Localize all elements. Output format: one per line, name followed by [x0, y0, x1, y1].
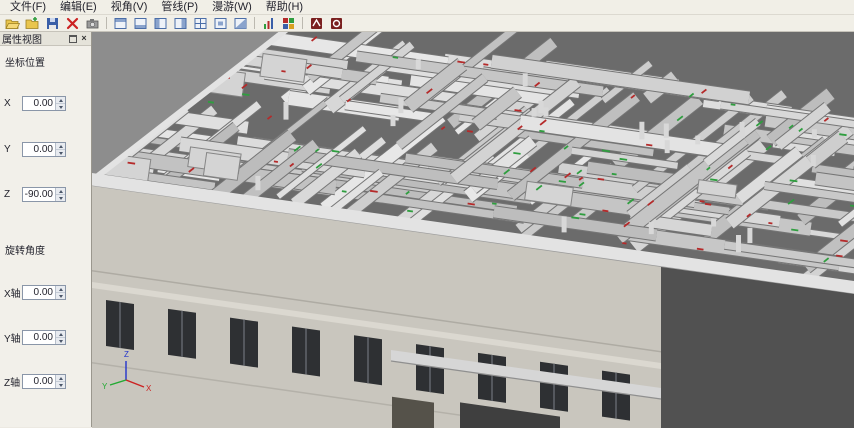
close-panel-button[interactable]: ×	[79, 34, 89, 44]
save-file-button[interactable]	[43, 15, 62, 32]
float-panel-icon	[69, 35, 77, 43]
chart-colors-icon	[281, 16, 296, 31]
rot-x-spinner[interactable]	[55, 286, 65, 299]
ground-shadow-area	[661, 267, 854, 428]
material-b-icon	[329, 16, 344, 31]
rot-x-row: X轴 0.00	[2, 285, 66, 300]
coord-x-label: X	[2, 98, 22, 109]
toolbar	[0, 15, 854, 32]
properties-panel-body: 坐标位置 X 0.00 Y 0.00 Z	[0, 46, 91, 427]
main-area: 属性视图 × 坐标位置 X 0.00 Y 0.00	[0, 32, 854, 427]
rot-z-input[interactable]: 0.00	[22, 374, 66, 389]
properties-panel: 属性视图 × 坐标位置 X 0.00 Y 0.00	[0, 32, 92, 427]
toolbar-separator	[254, 17, 255, 29]
close-panel-icon: ×	[81, 34, 86, 43]
axis-y-label: Y	[102, 382, 108, 391]
view-back-button[interactable]	[131, 15, 150, 32]
open-file-icon	[5, 16, 20, 31]
rot-z-label: Z轴	[2, 374, 22, 389]
delete-button[interactable]	[63, 15, 82, 32]
chart-stats-icon	[261, 16, 276, 31]
open-file-button[interactable]	[3, 15, 22, 32]
open-project-icon	[25, 16, 40, 31]
coord-z-spinner[interactable]	[55, 188, 65, 201]
snapshot-button[interactable]	[83, 15, 102, 32]
menu-walkthrough[interactable]: 漫游(W)	[205, 0, 259, 14]
coord-y-row: Y 0.00	[2, 142, 66, 157]
save-file-icon	[45, 16, 60, 31]
material-a-icon	[309, 16, 324, 31]
view-top-button[interactable]	[191, 15, 210, 32]
coord-y-input[interactable]: 0.00	[22, 142, 66, 157]
view-top-icon	[193, 16, 208, 31]
coord-x-spinner[interactable]	[55, 97, 65, 110]
snapshot-icon	[85, 16, 100, 31]
menu-file[interactable]: 文件(F)	[3, 0, 53, 14]
view-bottom-icon	[213, 16, 228, 31]
group-label-rotation: 旋转角度	[5, 242, 45, 257]
material-b-button[interactable]	[327, 15, 346, 32]
toolbar-separator	[302, 17, 303, 29]
menu-view[interactable]: 视角(V)	[104, 0, 155, 14]
chart-stats-button[interactable]	[259, 15, 278, 32]
coord-y-label: Y	[2, 144, 22, 155]
scene-3d-rooftop-ducts[interactable]: Z X Y	[92, 32, 854, 428]
view-front-button[interactable]	[111, 15, 130, 32]
menubar: 文件(F) 编辑(E) 视角(V) 管线(P) 漫游(W) 帮助(H)	[0, 0, 854, 15]
rot-y-label: Y轴	[2, 330, 22, 345]
view-left-button[interactable]	[151, 15, 170, 32]
view-right-button[interactable]	[171, 15, 190, 32]
viewport-3d[interactable]: Z X Y	[92, 32, 854, 427]
float-panel-button[interactable]	[68, 34, 78, 44]
view-iso-button[interactable]	[231, 15, 250, 32]
menu-help[interactable]: 帮助(H)	[259, 0, 310, 14]
view-bottom-button[interactable]	[211, 15, 230, 32]
view-left-icon	[153, 16, 168, 31]
rot-x-label: X轴	[2, 285, 22, 300]
delete-icon	[65, 16, 80, 31]
rot-y-spinner[interactable]	[55, 331, 65, 344]
rot-z-row: Z轴 0.00	[2, 374, 66, 389]
menu-pipeline[interactable]: 管线(P)	[154, 0, 205, 14]
rot-z-spinner[interactable]	[55, 375, 65, 388]
view-back-icon	[133, 16, 148, 31]
coord-y-spinner[interactable]	[55, 143, 65, 156]
properties-panel-header: 属性视图 ×	[0, 32, 91, 46]
group-label-coordinates: 坐标位置	[5, 54, 45, 69]
coord-x-input[interactable]: 0.00	[22, 96, 66, 111]
coord-z-row: Z -90.00	[2, 187, 66, 202]
view-right-icon	[173, 16, 188, 31]
rot-x-input[interactable]: 0.00	[22, 285, 66, 300]
properties-panel-title: 属性视图	[2, 31, 67, 46]
coord-z-input[interactable]: -90.00	[22, 187, 66, 202]
view-iso-icon	[233, 16, 248, 31]
menu-edit[interactable]: 编辑(E)	[53, 0, 104, 14]
open-project-button[interactable]	[23, 15, 42, 32]
material-a-button[interactable]	[307, 15, 326, 32]
toolbar-separator	[106, 17, 107, 29]
rot-y-row: Y轴 0.00	[2, 330, 66, 345]
view-front-icon	[113, 16, 128, 31]
axis-z-label: Z	[124, 350, 129, 359]
coord-z-label: Z	[2, 189, 22, 200]
axis-x-label: X	[146, 384, 152, 393]
coord-x-row: X 0.00	[2, 96, 66, 111]
rot-y-input[interactable]: 0.00	[22, 330, 66, 345]
application-window: 文件(F) 编辑(E) 视角(V) 管线(P) 漫游(W) 帮助(H) 属性视图…	[0, 0, 854, 427]
chart-colors-button[interactable]	[279, 15, 298, 32]
